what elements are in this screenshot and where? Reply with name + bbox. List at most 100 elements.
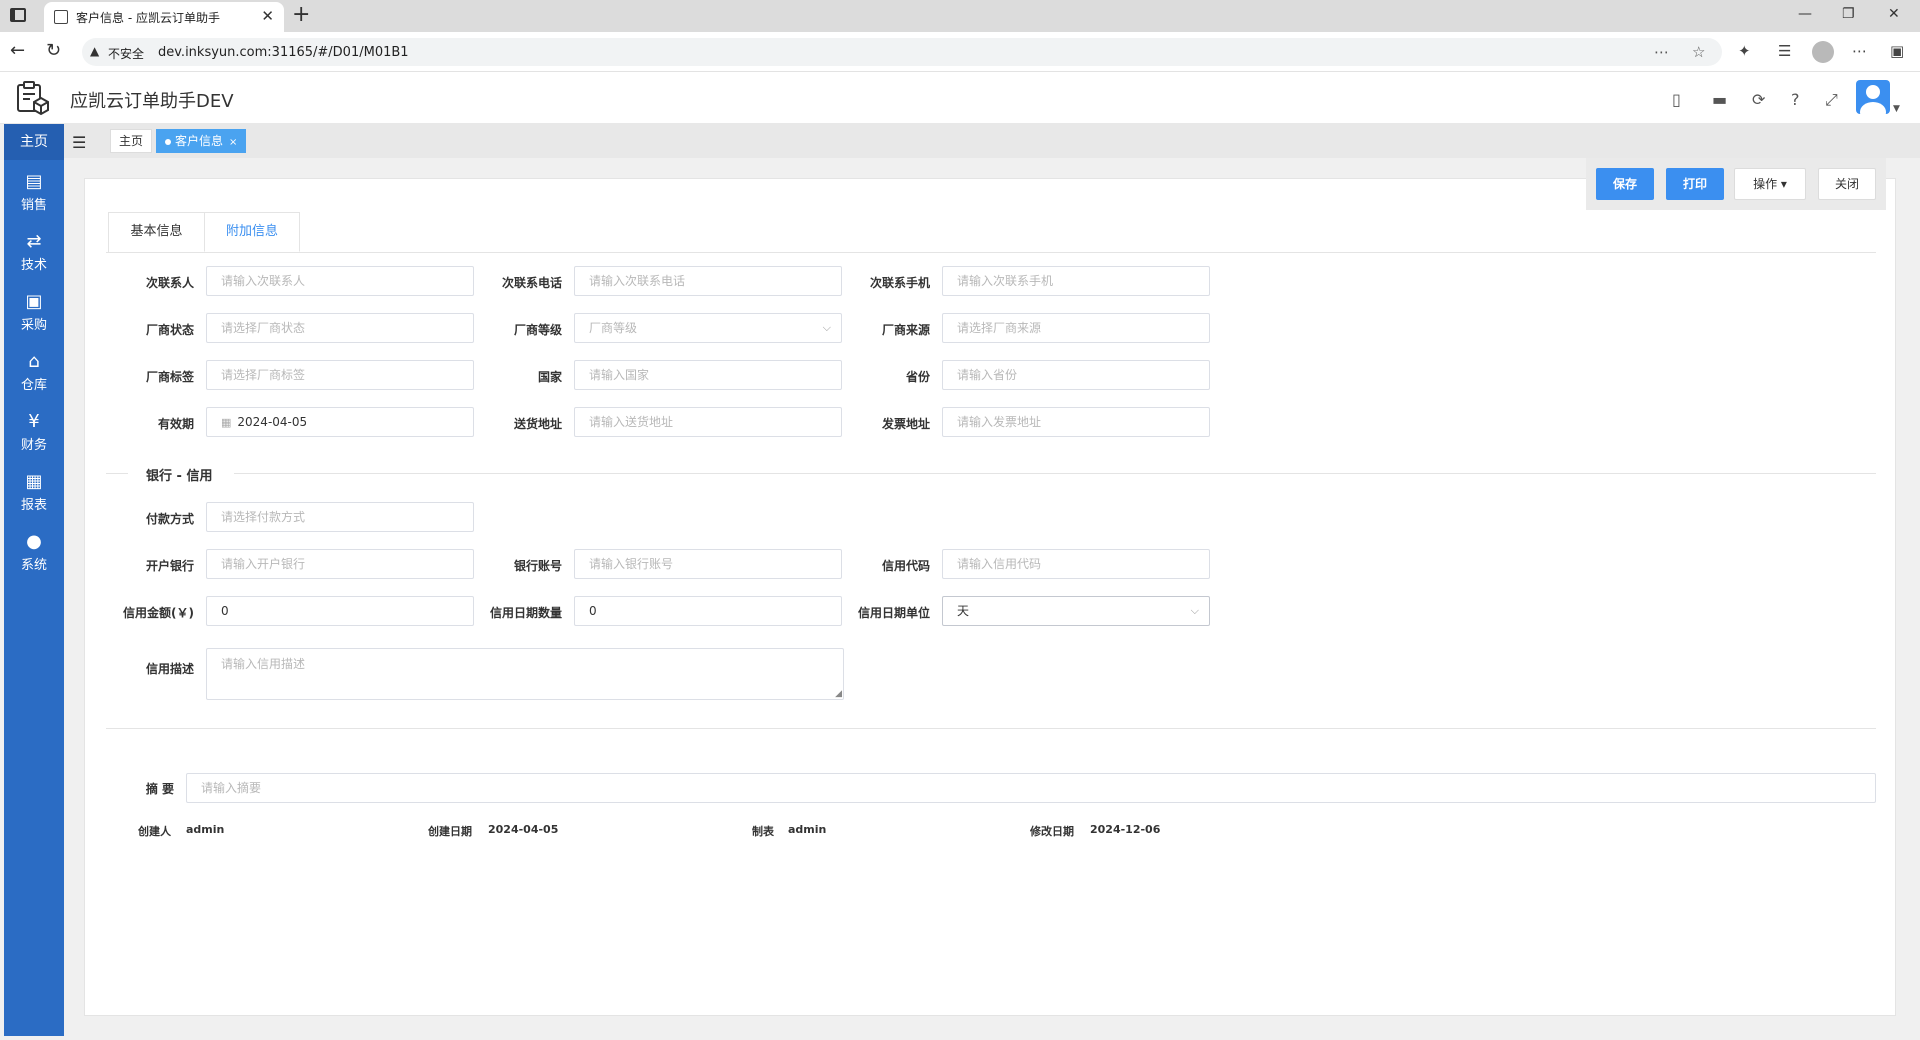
creator-label: 创建人 — [138, 825, 171, 838]
tab-divider — [106, 252, 1876, 253]
sidebar-item-reports[interactable]: ▦ 报表 — [4, 460, 64, 520]
credit-unit-label: 信用日期单位 — [857, 606, 930, 620]
new-tab-icon[interactable]: + — [292, 2, 310, 27]
credit-code-input[interactable]: 请输入信用代码 — [942, 549, 1210, 579]
yen-icon: ¥ — [28, 411, 40, 432]
active-dot-icon — [165, 138, 171, 145]
tab-basic-info[interactable]: 基本信息 — [108, 212, 204, 252]
vendor-status-select[interactable]: 请选择厂商状态 — [206, 313, 474, 343]
vendor-status-label: 厂商状态 — [145, 323, 194, 337]
fullscreen-icon[interactable]: ⤢ — [1825, 90, 1838, 110]
close-button[interactable]: 关闭 — [1818, 168, 1876, 200]
tab-close-icon[interactable]: ✕ — [261, 7, 274, 25]
restore-icon[interactable]: ❐ — [1842, 6, 1855, 22]
province-input[interactable]: 请输入省份 — [942, 360, 1210, 390]
vendor-level-select[interactable]: 厂商等级 ⌵ — [574, 313, 842, 343]
sidebar-item-warehouse[interactable]: ⌂ 仓库 — [4, 340, 64, 400]
security-label: 不安全 — [108, 47, 145, 61]
sidebar-item-label: 系统 — [20, 558, 47, 573]
menu-toggle-icon[interactable]: ☰ — [72, 133, 86, 152]
creator-value: admin — [186, 823, 225, 836]
credit-amount-input[interactable]: 0 — [206, 596, 474, 626]
sidebar-icon[interactable]: ▣ — [1890, 42, 1904, 60]
sidebar-item-finance[interactable]: ¥ 财务 — [4, 400, 64, 460]
help-icon[interactable]: ? — [1791, 90, 1800, 109]
app-title: 应凯云订单助手DEV — [70, 91, 234, 112]
minimize-icon[interactable]: — — [1798, 6, 1812, 22]
sidebar-item-system[interactable]: ● 系统 — [4, 520, 64, 580]
invoice-address-label: 发票地址 — [881, 417, 930, 431]
bank-label: 开户银行 — [145, 559, 194, 573]
credit-days-input[interactable]: 0 — [574, 596, 842, 626]
window-menu-icon[interactable] — [10, 8, 26, 22]
favorites-icon[interactable]: ☰ — [1778, 42, 1791, 60]
profile-avatar[interactable] — [1812, 41, 1834, 63]
tab-customer-info[interactable]: 客户信息 × — [156, 129, 247, 153]
contact2-input[interactable]: 请输入次联系人 — [206, 266, 474, 296]
tab-home[interactable]: 主页 — [110, 129, 153, 153]
sidebar-home[interactable]: 主页 — [4, 124, 64, 160]
refresh-icon[interactable]: ⟳ — [1752, 90, 1765, 109]
vendor-source-select[interactable]: 请选择厂商来源 — [942, 313, 1210, 343]
bank-input[interactable]: 请输入开户银行 — [206, 549, 474, 579]
save-button[interactable]: 保存 — [1596, 168, 1654, 200]
mobile-icon[interactable]: ▯ — [1672, 90, 1681, 109]
chart-icon: ▦ — [25, 471, 43, 492]
invoice-address-input[interactable]: 请输入发票地址 — [942, 407, 1210, 437]
contact2-phone-input[interactable]: 请输入次联系电话 — [574, 266, 842, 296]
user-avatar[interactable] — [1856, 80, 1890, 114]
print-button[interactable]: 打印 — [1666, 168, 1724, 200]
sidebar-item-label: 仓库 — [20, 378, 47, 393]
avatar-caret-icon[interactable]: ▼ — [1893, 104, 1900, 114]
tab-close-icon[interactable]: × — [229, 137, 237, 148]
province-label: 省份 — [905, 370, 930, 384]
operate-dropdown-button[interactable]: 操作 ▾ — [1734, 168, 1806, 200]
bank-account-label: 银行账号 — [513, 559, 562, 573]
favorite-star-icon[interactable]: ☆ — [1692, 43, 1705, 61]
sidebar-item-label: 销售 — [20, 198, 47, 213]
resize-handle-icon[interactable]: ◢ — [835, 689, 842, 699]
browser-titlebar: 客户信息 - 应凯云订单助手 ✕ + — ❐ ✕ — [0, 0, 1920, 32]
user-icon: ● — [26, 531, 42, 552]
extensions-icon[interactable]: ✦ — [1738, 42, 1751, 60]
sidebar-item-label: 采购 — [20, 318, 47, 333]
credit-desc-textarea[interactable]: 请输入信用描述 ◢ — [206, 648, 844, 700]
route-icon: ⇄ — [26, 231, 42, 252]
country-input[interactable]: 请输入国家 — [574, 360, 842, 390]
more-tools-icon[interactable]: ⋯ — [1654, 43, 1669, 61]
vendor-tag-select[interactable]: 请选择厂商标签 — [206, 360, 474, 390]
credit-unit-select[interactable]: 天 ⌵ — [942, 596, 1210, 626]
desktop-icon[interactable]: ▬ — [1712, 90, 1727, 109]
caret-down-icon: ▾ — [1780, 177, 1787, 191]
back-icon[interactable]: ← — [10, 40, 25, 61]
action-panel: 保存 打印 操作 ▾ 关闭 — [1586, 158, 1886, 210]
payment-method-select[interactable]: 请选择付款方式 — [206, 502, 474, 532]
section-divider-right — [234, 473, 1876, 474]
credit-desc-placeholder: 请输入信用描述 — [221, 657, 306, 671]
bank-account-input[interactable]: 请输入银行账号 — [574, 549, 842, 579]
credit-days-label: 信用日期数量 — [489, 606, 562, 620]
address-bar[interactable]: ▲ 不安全 dev.inksyun.com:31165/#/D01/M01B1 … — [82, 38, 1722, 66]
summary-input[interactable]: 请输入摘要 — [186, 773, 1876, 803]
window-close-icon[interactable]: ✕ — [1888, 6, 1900, 22]
operate-label: 操作 — [1753, 177, 1778, 191]
tab-extra-info[interactable]: 附加信息 — [204, 212, 300, 252]
ship-address-input[interactable]: 请输入送货地址 — [574, 407, 842, 437]
clipboard-icon: ▤ — [25, 171, 43, 192]
url-text[interactable]: dev.inksyun.com:31165/#/D01/M01B1 — [158, 45, 409, 60]
sidebar-item-tech[interactable]: ⇄ 技术 — [4, 220, 64, 280]
settings-more-icon[interactable]: ⋯ — [1852, 42, 1867, 60]
sidebar: 主页 ▤ 销售 ⇄ 技术 ▣ 采购 ⌂ 仓库 ¥ 财务 ▦ 报表 ● 系统 — [4, 124, 64, 1036]
reload-icon[interactable]: ↻ — [46, 40, 61, 61]
country-label: 国家 — [537, 370, 562, 384]
valid-date-picker[interactable]: ▦ 2024-04-05 — [206, 407, 474, 437]
vendor-level-placeholder: 厂商等级 — [589, 321, 638, 335]
summary-divider — [106, 728, 1876, 729]
sidebar-item-purchase[interactable]: ▣ 采购 — [4, 280, 64, 340]
browser-tab[interactable]: 客户信息 - 应凯云订单助手 ✕ — [44, 2, 284, 32]
contact2-mobile-input[interactable]: 请输入次联系手机 — [942, 266, 1210, 296]
sidebar-item-label: 报表 — [20, 498, 47, 513]
created-date-label: 创建日期 — [428, 825, 472, 838]
modified-date-label: 修改日期 — [1030, 825, 1074, 838]
sidebar-item-sales[interactable]: ▤ 销售 — [4, 160, 64, 220]
